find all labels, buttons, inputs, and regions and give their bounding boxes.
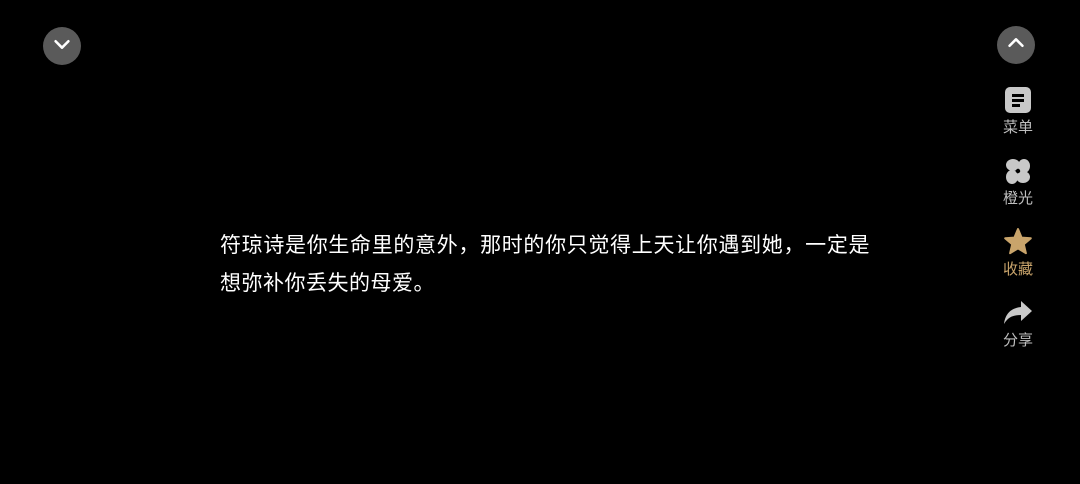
favorite-label: 收藏 (1002, 260, 1033, 278)
share-label: 分享 (1002, 331, 1033, 349)
chevron-up-icon (1005, 32, 1027, 58)
story-text: 符琼诗是你生命里的意外，那时的你只觉得上天让你遇到她，一定是想弥补你丢失的母爱。 (220, 233, 870, 295)
collapse-button[interactable] (43, 27, 81, 65)
menu-label: 菜单 (1002, 118, 1033, 136)
expand-button[interactable] (997, 26, 1035, 64)
chevron-down-icon (51, 33, 73, 59)
share-arrow-icon (1002, 297, 1034, 329)
lighting-label: 橙光 (1002, 189, 1033, 207)
lighting-button[interactable]: 橙光 (988, 155, 1048, 226)
menu-button[interactable]: 菜单 (988, 84, 1048, 155)
orange-light-logo-icon (1002, 155, 1034, 187)
star-icon (1002, 226, 1034, 258)
menu-icon (1002, 84, 1034, 116)
side-menu: 菜单 橙光 收藏 分享 (988, 84, 1048, 368)
favorite-button[interactable]: 收藏 (988, 226, 1048, 297)
share-button[interactable]: 分享 (988, 297, 1048, 368)
